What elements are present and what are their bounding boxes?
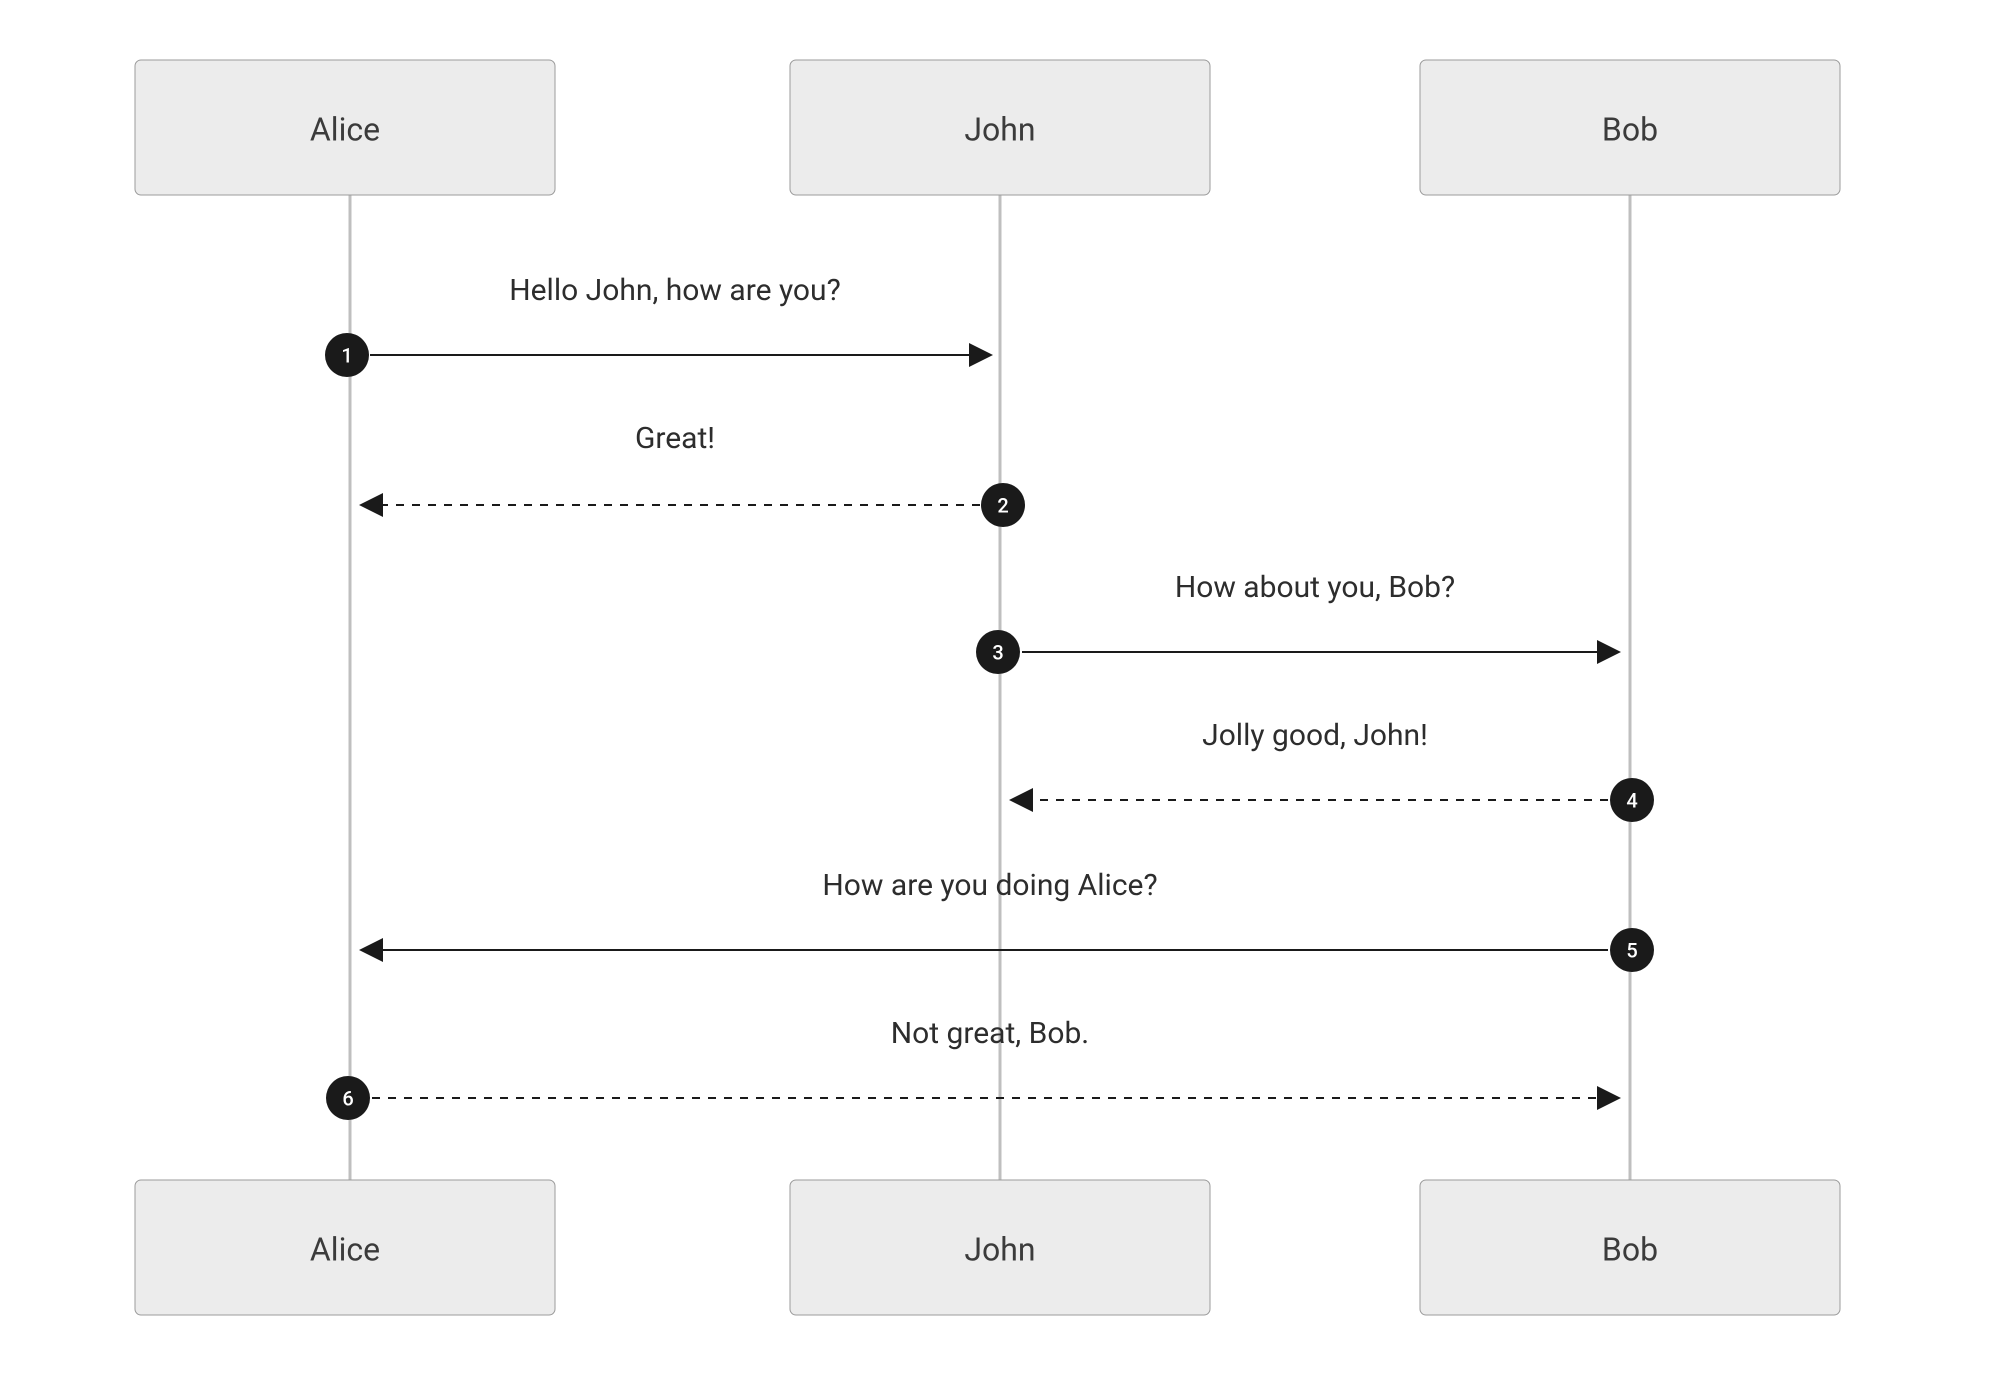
actor-label-alice-top: Alice — [310, 110, 380, 148]
message-2: Great! 2 — [362, 421, 1025, 527]
actor-label-john-bottom: John — [964, 1230, 1035, 1268]
actor-box-bob-bottom: Bob — [1420, 1180, 1840, 1315]
actor-label-alice-bottom: Alice — [310, 1230, 380, 1268]
actor-box-john-top: John — [790, 60, 1210, 195]
message-3-seq: 3 — [992, 640, 1003, 664]
actor-label-john-top: John — [964, 110, 1035, 148]
actor-label-bob-bottom: Bob — [1602, 1230, 1658, 1268]
sequence-diagram: Alice John Bob Alice John Bob Hello John… — [0, 0, 1999, 1383]
actor-box-john-bottom: John — [790, 1180, 1210, 1315]
actor-box-alice-bottom: Alice — [135, 1180, 555, 1315]
message-6-label: Not great, Bob. — [891, 1016, 1089, 1051]
message-1-seq: 1 — [341, 343, 352, 367]
actor-box-alice-top: Alice — [135, 60, 555, 195]
message-1: Hello John, how are you? 1 — [325, 273, 990, 377]
message-5: How are you doing Alice? 5 — [362, 868, 1654, 972]
actor-box-bob-top: Bob — [1420, 60, 1840, 195]
message-2-label: Great! — [635, 421, 715, 456]
actor-label-bob-top: Bob — [1602, 110, 1658, 148]
message-5-label: How are you doing Alice? — [822, 868, 1157, 903]
message-3-label: How about you, Bob? — [1175, 570, 1455, 605]
message-2-seq: 2 — [997, 493, 1008, 517]
message-6: Not great, Bob. 6 — [326, 1016, 1618, 1120]
message-4: Jolly good, John! 4 — [1012, 718, 1654, 822]
diagram-svg: Alice John Bob Alice John Bob Hello John… — [0, 0, 1999, 1383]
message-6-seq: 6 — [342, 1086, 353, 1110]
message-4-seq: 4 — [1626, 788, 1637, 812]
message-1-label: Hello John, how are you? — [509, 273, 841, 308]
message-5-seq: 5 — [1626, 938, 1637, 962]
message-3: How about you, Bob? 3 — [976, 570, 1618, 674]
message-4-label: Jolly good, John! — [1202, 718, 1428, 753]
